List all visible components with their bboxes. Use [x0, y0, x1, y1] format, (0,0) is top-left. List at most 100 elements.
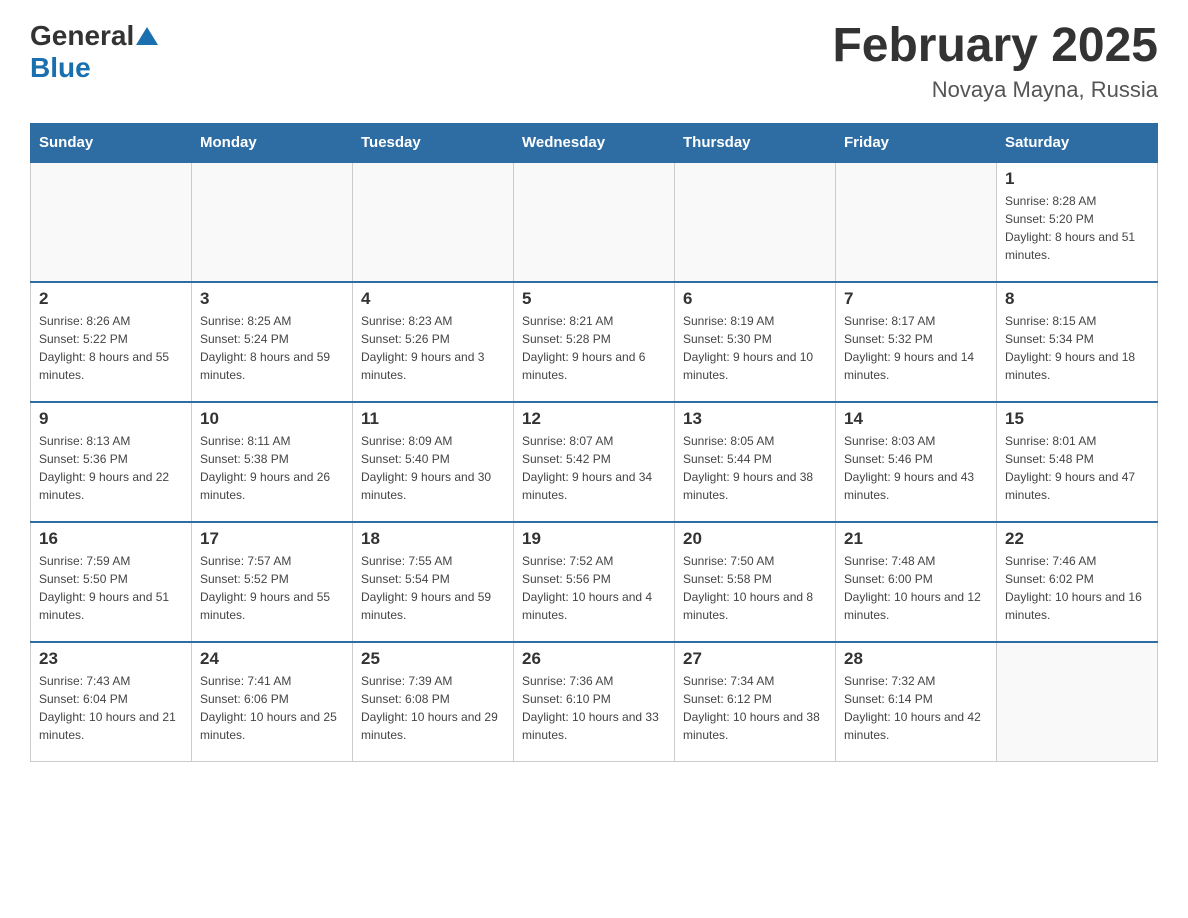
day-number: 15	[1005, 409, 1149, 429]
day-number: 21	[844, 529, 988, 549]
day-info: Sunrise: 8:03 AMSunset: 5:46 PMDaylight:…	[844, 432, 988, 504]
day-number: 19	[522, 529, 666, 549]
day-number: 24	[200, 649, 344, 669]
calendar-cell: 3 Sunrise: 8:25 AMSunset: 5:24 PMDaylight…	[192, 282, 353, 402]
calendar-cell: 18 Sunrise: 7:55 AMSunset: 5:54 PMDayligh…	[353, 522, 514, 642]
calendar-subtitle: Novaya Mayna, Russia	[832, 77, 1158, 103]
calendar-cell	[836, 162, 997, 282]
day-info: Sunrise: 8:13 AMSunset: 5:36 PMDaylight:…	[39, 432, 183, 504]
calendar-week-row: 9Sunrise: 8:13 AMSunset: 5:36 PMDaylight…	[31, 402, 1158, 522]
day-info: Sunrise: 7:39 AMSunset: 6:08 PMDaylight:…	[361, 672, 505, 744]
calendar-cell: 12 Sunrise: 8:07 AMSunset: 5:42 PMDayligh…	[514, 402, 675, 522]
day-info: Sunrise: 7:48 AMSunset: 6:00 PMDaylight:…	[844, 552, 988, 624]
day-number: 23	[39, 649, 183, 669]
calendar-week-row: 16 Sunrise: 7:59 AMSunset: 5:50 PMDayligh…	[31, 522, 1158, 642]
day-number: 16	[39, 529, 183, 549]
day-number: 4	[361, 289, 505, 309]
calendar-cell: 4 Sunrise: 8:23 AMSunset: 5:26 PMDaylight…	[353, 282, 514, 402]
logo-blue-text: Blue	[30, 52, 91, 83]
day-number: 8	[1005, 289, 1149, 309]
day-number: 28	[844, 649, 988, 669]
day-info: Sunrise: 8:01 AMSunset: 5:48 PMDaylight:…	[1005, 432, 1149, 504]
calendar-cell: 24 Sunrise: 7:41 AMSunset: 6:06 PMDayligh…	[192, 642, 353, 762]
weekday-header-row: SundayMondayTuesdayWednesdayThursdayFrid…	[31, 123, 1158, 162]
day-info: Sunrise: 7:59 AMSunset: 5:50 PMDaylight:…	[39, 552, 183, 624]
day-number: 2	[39, 289, 183, 309]
calendar-week-row: 2Sunrise: 8:26 AMSunset: 5:22 PMDaylight…	[31, 282, 1158, 402]
calendar-cell: 19 Sunrise: 7:52 AMSunset: 5:56 PMDayligh…	[514, 522, 675, 642]
weekday-header-tuesday: Tuesday	[353, 123, 514, 162]
calendar-body: 1 Sunrise: 8:28 AMSunset: 5:20 PMDaylight…	[31, 162, 1158, 762]
weekday-header-saturday: Saturday	[997, 123, 1158, 162]
day-info: Sunrise: 8:23 AMSunset: 5:26 PMDaylight:…	[361, 312, 505, 384]
calendar-cell: 25 Sunrise: 7:39 AMSunset: 6:08 PMDayligh…	[353, 642, 514, 762]
calendar-cell: 16 Sunrise: 7:59 AMSunset: 5:50 PMDayligh…	[31, 522, 192, 642]
day-number: 26	[522, 649, 666, 669]
calendar-cell	[31, 162, 192, 282]
day-number: 5	[522, 289, 666, 309]
day-info: Sunrise: 8:28 AMSunset: 5:20 PMDaylight:…	[1005, 192, 1149, 264]
calendar-cell: 7Sunrise: 8:17 AMSunset: 5:32 PMDaylight…	[836, 282, 997, 402]
calendar-cell: 27 Sunrise: 7:34 AMSunset: 6:12 PMDayligh…	[675, 642, 836, 762]
weekday-header-thursday: Thursday	[675, 123, 836, 162]
calendar-cell: 1 Sunrise: 8:28 AMSunset: 5:20 PMDaylight…	[997, 162, 1158, 282]
calendar-cell: 26Sunrise: 7:36 AMSunset: 6:10 PMDayligh…	[514, 642, 675, 762]
day-number: 20	[683, 529, 827, 549]
day-number: 27	[683, 649, 827, 669]
day-info: Sunrise: 8:09 AMSunset: 5:40 PMDaylight:…	[361, 432, 505, 504]
calendar-table: SundayMondayTuesdayWednesdayThursdayFrid…	[30, 123, 1158, 763]
day-number: 3	[200, 289, 344, 309]
calendar-cell: 14Sunrise: 8:03 AMSunset: 5:46 PMDayligh…	[836, 402, 997, 522]
weekday-header-wednesday: Wednesday	[514, 123, 675, 162]
day-number: 13	[683, 409, 827, 429]
day-info: Sunrise: 7:52 AMSunset: 5:56 PMDaylight:…	[522, 552, 666, 624]
calendar-cell: 10 Sunrise: 8:11 AMSunset: 5:38 PMDayligh…	[192, 402, 353, 522]
day-info: Sunrise: 8:17 AMSunset: 5:32 PMDaylight:…	[844, 312, 988, 384]
day-info: Sunrise: 7:41 AMSunset: 6:06 PMDaylight:…	[200, 672, 344, 744]
calendar-cell: 5 Sunrise: 8:21 AMSunset: 5:28 PMDaylight…	[514, 282, 675, 402]
day-info: Sunrise: 8:07 AMSunset: 5:42 PMDaylight:…	[522, 432, 666, 504]
calendar-cell: 23 Sunrise: 7:43 AMSunset: 6:04 PMDayligh…	[31, 642, 192, 762]
day-info: Sunrise: 8:15 AMSunset: 5:34 PMDaylight:…	[1005, 312, 1149, 384]
day-info: Sunrise: 7:50 AMSunset: 5:58 PMDaylight:…	[683, 552, 827, 624]
weekday-header-sunday: Sunday	[31, 123, 192, 162]
day-info: Sunrise: 7:32 AMSunset: 6:14 PMDaylight:…	[844, 672, 988, 744]
day-info: Sunrise: 8:05 AMSunset: 5:44 PMDaylight:…	[683, 432, 827, 504]
day-info: Sunrise: 8:19 AMSunset: 5:30 PMDaylight:…	[683, 312, 827, 384]
calendar-cell: 17 Sunrise: 7:57 AMSunset: 5:52 PMDayligh…	[192, 522, 353, 642]
day-number: 25	[361, 649, 505, 669]
day-info: Sunrise: 8:11 AMSunset: 5:38 PMDaylight:…	[200, 432, 344, 504]
logo: General Blue	[30, 20, 158, 84]
calendar-cell: 6Sunrise: 8:19 AMSunset: 5:30 PMDaylight…	[675, 282, 836, 402]
calendar-cell: 22Sunrise: 7:46 AMSunset: 6:02 PMDayligh…	[997, 522, 1158, 642]
day-number: 17	[200, 529, 344, 549]
weekday-header-friday: Friday	[836, 123, 997, 162]
calendar-cell: 15 Sunrise: 8:01 AMSunset: 5:48 PMDayligh…	[997, 402, 1158, 522]
calendar-cell: 9Sunrise: 8:13 AMSunset: 5:36 PMDaylight…	[31, 402, 192, 522]
day-number: 10	[200, 409, 344, 429]
calendar-week-row: 1 Sunrise: 8:28 AMSunset: 5:20 PMDaylight…	[31, 162, 1158, 282]
day-number: 1	[1005, 169, 1149, 189]
calendar-cell: 2Sunrise: 8:26 AMSunset: 5:22 PMDaylight…	[31, 282, 192, 402]
day-info: Sunrise: 7:57 AMSunset: 5:52 PMDaylight:…	[200, 552, 344, 624]
calendar-cell: 13 Sunrise: 8:05 AMSunset: 5:44 PMDayligh…	[675, 402, 836, 522]
day-info: Sunrise: 7:55 AMSunset: 5:54 PMDaylight:…	[361, 552, 505, 624]
logo-triangle-icon	[136, 23, 158, 45]
calendar-cell	[514, 162, 675, 282]
day-number: 12	[522, 409, 666, 429]
calendar-cell	[353, 162, 514, 282]
day-info: Sunrise: 7:34 AMSunset: 6:12 PMDaylight:…	[683, 672, 827, 744]
calendar-cell	[192, 162, 353, 282]
page-header: General Blue February 2025 Novaya Mayna,…	[30, 20, 1158, 103]
weekday-header-monday: Monday	[192, 123, 353, 162]
calendar-cell: 28 Sunrise: 7:32 AMSunset: 6:14 PMDayligh…	[836, 642, 997, 762]
day-number: 18	[361, 529, 505, 549]
calendar-header: SundayMondayTuesdayWednesdayThursdayFrid…	[31, 123, 1158, 162]
calendar-cell: 21 Sunrise: 7:48 AMSunset: 6:00 PMDayligh…	[836, 522, 997, 642]
calendar-cell	[997, 642, 1158, 762]
calendar-cell: 8 Sunrise: 8:15 AMSunset: 5:34 PMDaylight…	[997, 282, 1158, 402]
logo-general-text: General	[30, 20, 134, 52]
day-info: Sunrise: 8:25 AMSunset: 5:24 PMDaylight:…	[200, 312, 344, 384]
day-info: Sunrise: 8:21 AMSunset: 5:28 PMDaylight:…	[522, 312, 666, 384]
day-info: Sunrise: 7:43 AMSunset: 6:04 PMDaylight:…	[39, 672, 183, 744]
